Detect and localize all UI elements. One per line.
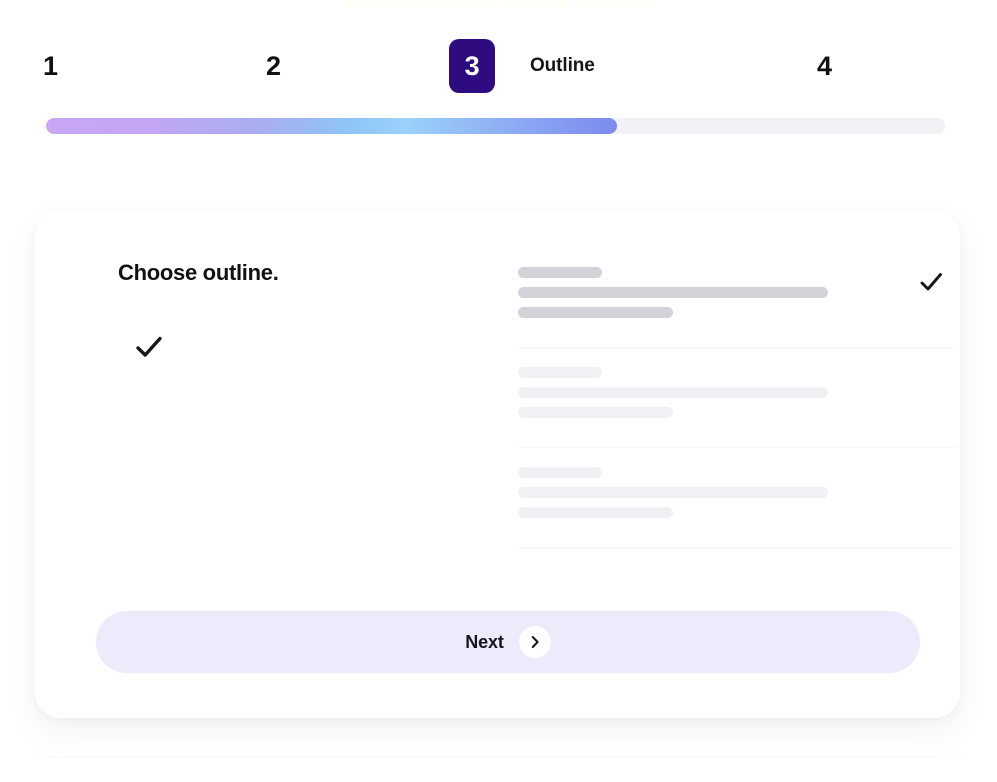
stepper-step-3-label: Outline — [530, 55, 595, 76]
stepper-step-3-active[interactable]: 3 Outline — [449, 38, 595, 94]
card-title: Choose outline. — [118, 260, 279, 285]
top-cutoff-strip — [345, 0, 497, 8]
stepper-step-1[interactable]: 1 — [43, 38, 58, 94]
chevron-right-icon — [518, 626, 551, 658]
outline-option-skeleton — [518, 462, 910, 527]
stepper-step-2[interactable]: 2 — [266, 38, 281, 94]
stepper: 1 2 3 Outline 4 — [0, 38, 997, 94]
skeleton-line — [518, 387, 828, 398]
next-button[interactable]: Next — [96, 611, 920, 673]
skeleton-line — [518, 267, 602, 278]
top-cutoff-strip — [578, 0, 656, 8]
stepper-step-3-badge: 3 — [449, 39, 495, 93]
outline-option-check-icon — [910, 268, 952, 296]
skeleton-line — [518, 287, 828, 298]
skeleton-line — [518, 487, 828, 498]
stepper-step-1-number: 1 — [43, 50, 58, 81]
outline-selection-card: Choose outline. Next — [35, 210, 960, 718]
next-button-label: Next — [465, 631, 504, 652]
skeleton-line — [518, 507, 673, 518]
outline-option-skeleton — [518, 262, 910, 327]
skeleton-line — [518, 407, 673, 418]
stepper-step-3-number: 3 — [464, 50, 480, 81]
outline-option-row[interactable] — [518, 348, 958, 448]
outline-option-row[interactable] — [518, 448, 958, 548]
progress-bar-track — [46, 118, 945, 134]
top-cutoff-strip — [508, 0, 570, 8]
progress-bar-fill — [46, 118, 617, 134]
stepper-step-4[interactable]: 4 — [817, 38, 832, 94]
outline-option-skeleton — [518, 362, 910, 427]
bottom-cutoff-band — [0, 756, 997, 782]
selected-outline-check-icon — [132, 330, 166, 364]
skeleton-line — [518, 367, 602, 378]
outline-option-row[interactable] — [518, 248, 958, 348]
outline-options-list — [518, 248, 958, 548]
top-cutoff-band — [0, 0, 997, 8]
skeleton-line — [518, 307, 673, 318]
stepper-step-4-number: 4 — [817, 50, 832, 81]
stepper-step-2-number: 2 — [266, 50, 281, 81]
skeleton-line — [518, 467, 602, 478]
